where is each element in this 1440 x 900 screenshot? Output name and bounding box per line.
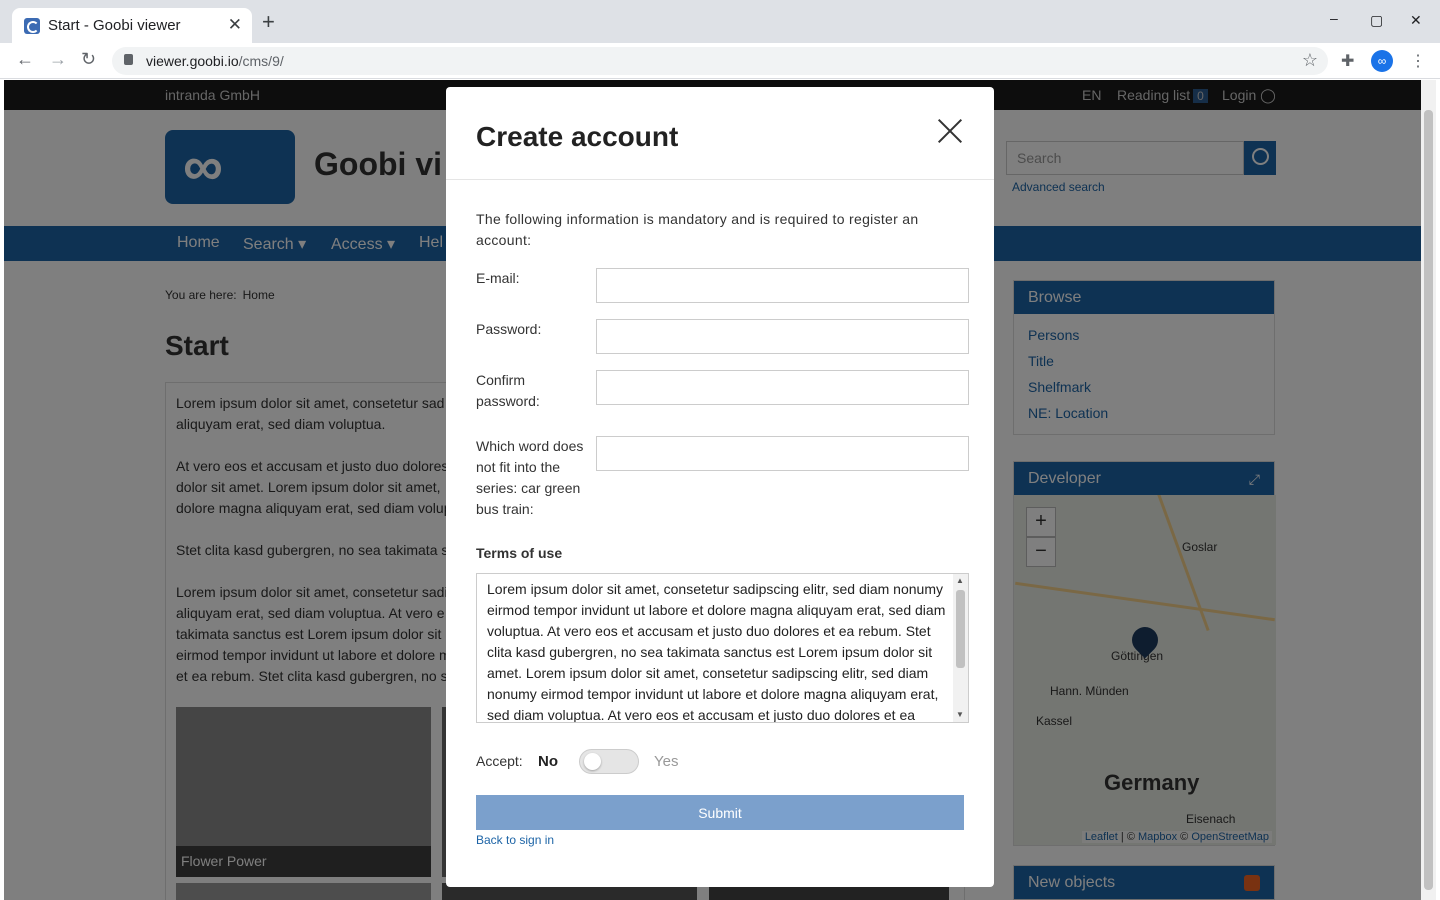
terms-text: Lorem ipsum dolor sit amet, consetetur s… — [487, 581, 946, 723]
browser-tabstrip: Start - Goobi viewer ✕ + – ▢ ✕ — [0, 0, 1440, 43]
scroll-up-arrow-icon[interactable]: ▲ — [956, 576, 964, 585]
confirm-password-label: Confirm password: — [476, 372, 540, 409]
url-text: viewer.goobi.io/cms/9/ — [146, 53, 284, 69]
back-to-sign-in-link[interactable]: Back to sign in — [476, 833, 554, 847]
close-icon[interactable] — [936, 117, 964, 145]
tab-title: Start - Goobi viewer — [48, 17, 181, 34]
new-tab-button[interactable]: + — [262, 11, 275, 33]
profile-avatar-icon[interactable]: ∞ — [1371, 50, 1393, 72]
accept-label: Accept: — [476, 753, 523, 769]
terms-heading: Terms of use — [476, 545, 563, 561]
forward-arrow-icon[interactable]: → — [49, 49, 67, 70]
modal-divider — [446, 179, 994, 180]
email-field[interactable] — [596, 268, 969, 303]
maximize-icon[interactable]: ▢ — [1370, 12, 1383, 29]
confirm-password-field[interactable] — [596, 370, 969, 405]
terms-textbox[interactable]: Lorem ipsum dolor sit amet, consetetur s… — [476, 573, 969, 723]
lock-icon — [124, 54, 133, 65]
captcha-answer-field[interactable] — [596, 436, 969, 471]
toggle-knob — [584, 753, 601, 770]
terms-scroll-thumb[interactable] — [956, 590, 965, 668]
accept-terms-toggle[interactable] — [579, 749, 639, 774]
goobi-favicon-icon — [24, 18, 40, 34]
browser-toolbar: ← → ↻ viewer.goobi.io/cms/9/ ☆ ✚ ⋮ — [0, 43, 1440, 79]
email-label: E-mail: — [476, 270, 520, 286]
terms-scrollbar[interactable]: ▲ ▼ — [953, 574, 968, 722]
minimize-icon[interactable]: – — [1330, 10, 1338, 26]
address-bar[interactable]: viewer.goobi.io/cms/9/ ☆ — [112, 47, 1328, 75]
bookmark-star-icon[interactable]: ☆ — [1302, 50, 1318, 71]
accept-no-label: No — [538, 753, 558, 770]
create-account-modal: Create account The following information… — [446, 87, 994, 887]
reload-icon[interactable]: ↻ — [81, 49, 96, 70]
accept-yes-label: Yes — [654, 753, 679, 770]
back-arrow-icon[interactable]: ← — [16, 49, 34, 70]
page-scrollbar[interactable] — [1421, 80, 1436, 900]
browser-tab[interactable]: Start - Goobi viewer ✕ — [12, 8, 252, 43]
extensions-puzzle-icon[interactable]: ✚ — [1341, 51, 1354, 71]
captcha-question-label: Which word does not fit into the series:… — [476, 438, 584, 517]
modal-title: Create account — [476, 121, 679, 152]
modal-intro: The following information is mandatory a… — [476, 211, 919, 248]
scroll-down-arrow-icon[interactable]: ▼ — [956, 710, 964, 719]
password-field[interactable] — [596, 319, 969, 354]
submit-button[interactable]: Submit — [476, 795, 964, 830]
menu-kebab-icon[interactable]: ⋮ — [1410, 51, 1426, 71]
tab-close-icon[interactable]: ✕ — [228, 15, 242, 35]
close-window-icon[interactable]: ✕ — [1410, 12, 1422, 29]
password-label: Password: — [476, 321, 542, 337]
